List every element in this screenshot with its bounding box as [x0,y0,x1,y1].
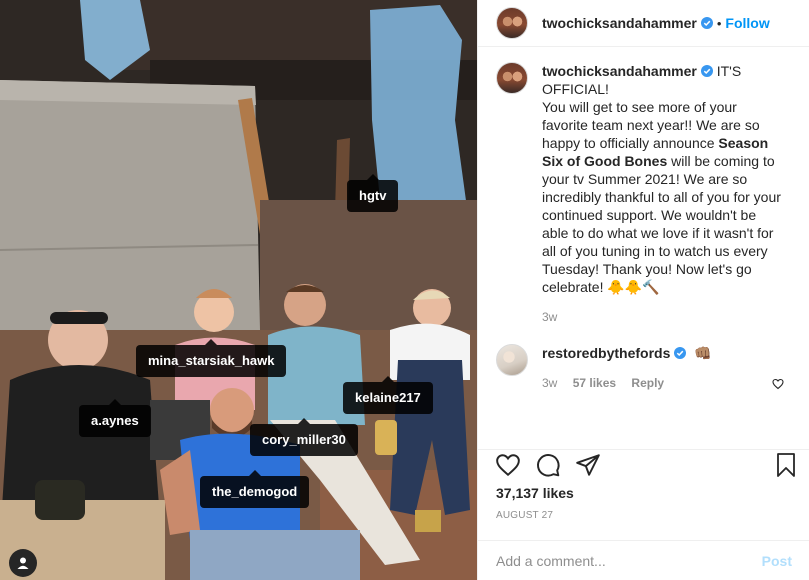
commenter-avatar[interactable] [496,344,528,376]
photo-tag-hgtv[interactable]: hgtv [347,174,399,212]
caption-body: twochicksandahammer IT'S OFFICIAL! You w… [542,62,782,326]
comment-likes[interactable]: 57 likes [573,376,616,390]
comments-area[interactable]: twochicksandahammer IT'S OFFICIAL! You w… [478,62,809,442]
photo-tag-kelaine[interactable]: kelaine217 [343,376,433,414]
add-comment-bar: Post [478,540,809,580]
verified-badge-icon [700,17,713,29]
comment-body: restoredbythefords 👊🏽 3w 57 likes Reply [542,344,782,392]
photo-tag-demogod[interactable]: the_demogod [200,470,310,508]
caption: twochicksandahammer IT'S OFFICIAL! You w… [478,62,809,326]
likes-count[interactable]: 37,137 likes [496,485,574,501]
person-icon [17,557,29,569]
post-photo[interactable]: hgtv mina_starsiak_hawk kelaine217 a.ayn… [0,0,477,580]
verified-badge-icon [674,347,687,359]
comment-meta: 3w 57 likes Reply [542,374,782,392]
post-comment-button[interactable]: Post [762,553,792,569]
comment-text: 👊🏽 [694,345,712,361]
save-bookmark-icon[interactable] [774,452,798,478]
reply-button[interactable]: Reply [631,376,664,390]
caption-age[interactable]: 3w [542,310,557,324]
tagged-users-button[interactable] [9,549,37,577]
caption-meta: 3w [542,308,782,326]
post-side-panel: twochicksandahammer • Follow twochicksan… [477,0,809,580]
photo-tag-aaynes[interactable]: a.aynes [79,399,151,437]
comment-bubble-icon[interactable] [535,452,561,478]
comment-age[interactable]: 3w [542,376,557,390]
author-username[interactable]: twochicksandahammer [542,15,697,31]
follow-button[interactable]: Follow [725,15,769,31]
commenter-username[interactable]: restoredbythefords [542,345,670,361]
like-comment-heart-icon[interactable] [772,378,784,390]
author-avatar[interactable] [496,7,528,39]
comment-row: restoredbythefords 👊🏽 3w 57 likes Reply [478,344,809,392]
post-actions [478,449,809,479]
post-date: AUGUST 27 [496,510,554,521]
like-heart-icon[interactable] [495,452,521,478]
share-paper-plane-icon[interactable] [575,452,601,478]
photo-tag-cory[interactable]: cory_miller30 [250,418,358,456]
caption-author[interactable]: twochicksandahammer [542,63,697,79]
verified-badge-icon [700,65,713,77]
caption-author-avatar[interactable] [496,62,528,94]
header-separator: • [716,15,722,31]
photo-tag-mina[interactable]: mina_starsiak_hawk [136,339,287,377]
post-header: twochicksandahammer • Follow [478,0,809,47]
caption-text-part2: will be coming to your tv Summer 2021! W… [542,153,781,295]
comment-input[interactable] [496,552,762,569]
